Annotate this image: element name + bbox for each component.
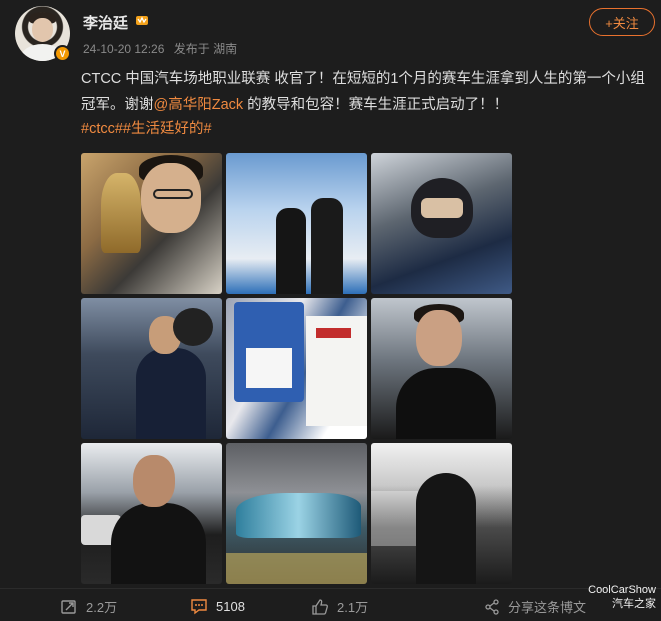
action-bar: 2.2万 5108 2.1万 分享这条博文	[0, 588, 661, 621]
watermark: CoolCarShow 汽车之家	[588, 584, 656, 610]
trophy-photo[interactable]	[81, 153, 222, 294]
back-view-photo[interactable]	[81, 443, 222, 584]
share-icon	[485, 598, 499, 615]
podium-photo[interactable]	[226, 153, 367, 294]
hashtag-link[interactable]: #ctcc##生活廷好的#	[81, 117, 212, 138]
comment-button[interactable]: 5108	[190, 597, 245, 615]
username[interactable]: 李治廷	[83, 12, 128, 33]
follow-button[interactable]: +关注	[589, 8, 655, 36]
verified-badge-icon: V	[54, 45, 71, 62]
share-button[interactable]: 分享这条博文	[484, 597, 586, 616]
post-source: 发布于 湖南	[173, 42, 238, 56]
helmet-photo[interactable]	[371, 153, 512, 294]
like-button[interactable]: 2.1万	[311, 597, 368, 616]
repost-button[interactable]: 2.2万	[60, 597, 117, 616]
post-text: CTCC 中国汽车场地职业联赛 收官了！在短短的1个月的赛车生涯拿到人生的第一个…	[81, 71, 645, 113]
thumbs-up-icon	[312, 598, 328, 615]
silhouette-photo[interactable]	[371, 443, 512, 584]
license-photo[interactable]	[226, 298, 367, 439]
post-timestamp[interactable]: 24-10-20 12:26	[83, 42, 164, 56]
race-car-photo[interactable]	[226, 443, 367, 584]
post-meta: 24-10-20 12:26 发布于 湖南	[83, 40, 243, 57]
comment-icon	[191, 599, 207, 615]
earpiece-photo[interactable]	[371, 298, 512, 439]
mention-link[interactable]: @高华阳Zack	[154, 97, 244, 113]
repost-icon	[61, 599, 76, 614]
crown-icon	[136, 16, 148, 25]
weibo-post-card: V 李治廷 24-10-20 12:26 发布于 湖南 +关注 CTCC 中国汽…	[0, 0, 661, 621]
driver-suit-photo[interactable]	[81, 298, 222, 439]
photo-grid	[81, 153, 513, 584]
